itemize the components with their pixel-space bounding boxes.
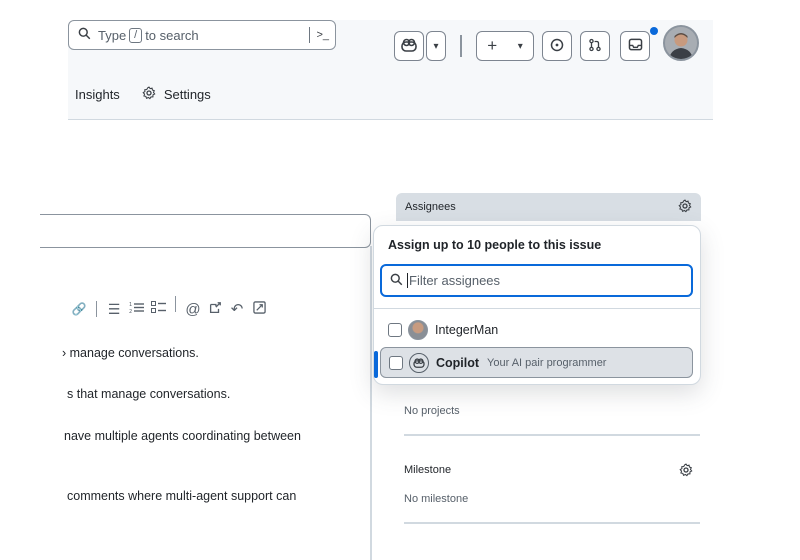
task-list-icon[interactable] <box>147 301 169 317</box>
toolbar-divider <box>175 296 176 312</box>
milestone-value: No milestone <box>404 493 469 505</box>
avatar-photo-icon <box>665 27 697 59</box>
gear-icon[interactable] <box>679 463 693 482</box>
copilot-icon <box>409 352 429 373</box>
assignee-name: IntegerMan <box>435 322 499 337</box>
repo-nav: Insights Settings <box>75 86 211 103</box>
assignee-option-integerman[interactable]: IntegerMan <box>380 314 693 345</box>
plus-icon: + <box>487 36 498 55</box>
projects-value: No projects <box>404 405 460 417</box>
assignee-checkbox[interactable] <box>389 355 403 370</box>
copilot-icon <box>401 38 417 55</box>
chevron-down-icon: ▾ <box>517 40 523 52</box>
nav-settings-label: Settings <box>163 87 211 102</box>
filter-assignees-input[interactable]: Filter assignees <box>380 264 693 297</box>
search-prefix-text: Type <box>98 27 127 43</box>
assignees-label: Assignees <box>405 201 456 213</box>
editor-border <box>370 246 372 560</box>
create-new-button[interactable]: + ▾ <box>476 31 534 61</box>
pull-request-icon <box>588 38 602 55</box>
top-header: Type / to search >_ ▾ + ▾ Insights Setti… <box>68 20 713 120</box>
popover-title: Assign up to 10 people to this issue <box>388 238 602 252</box>
cross-reference-icon[interactable] <box>204 301 226 318</box>
gear-icon[interactable] <box>678 198 692 216</box>
chevron-down-icon: ▾ <box>433 40 439 52</box>
mention-icon[interactable]: @ <box>182 301 204 318</box>
fullscreen-icon[interactable] <box>248 301 270 317</box>
inbox-icon <box>628 38 643 54</box>
toolbar-divider <box>96 301 97 317</box>
sidebar-divider <box>404 522 700 524</box>
svg-text:1: 1 <box>129 302 132 308</box>
search-shortcut-key: / <box>129 27 143 43</box>
header-divider <box>460 35 462 57</box>
bullet-list-icon[interactable]: ☰ <box>103 301 125 318</box>
active-row-indicator <box>374 351 378 378</box>
assignee-name: Copilot <box>436 355 480 370</box>
global-search-input[interactable]: Type / to search >_ <box>68 20 336 50</box>
undo-icon[interactable]: ↶ <box>226 300 248 318</box>
popover-divider <box>374 308 700 309</box>
issue-title-input[interactable] <box>40 214 371 248</box>
filter-placeholder: Filter assignees <box>409 273 501 288</box>
avatar <box>408 319 428 340</box>
assignee-option-copilot[interactable]: Copilot Your AI pair programmer <box>380 347 693 378</box>
search-suffix-text: to search <box>145 27 199 43</box>
body-text-line: › manage conversations. <box>62 346 199 360</box>
nav-settings[interactable]: Settings <box>142 86 211 103</box>
sidebar-divider <box>404 434 700 436</box>
issue-opened-icon <box>550 38 564 55</box>
assignee-description: Your AI pair programmer <box>487 356 607 369</box>
user-avatar[interactable] <box>663 25 699 61</box>
search-icon <box>390 273 403 289</box>
body-text-line: s that manage conversations. <box>67 387 231 401</box>
numbered-list-icon[interactable]: 12 <box>125 301 147 317</box>
markdown-toolbar: 🔗 ☰ 12 @ ↶ <box>68 295 368 323</box>
issues-button[interactable] <box>542 31 572 61</box>
assignees-section-header[interactable]: Assignees <box>396 193 701 221</box>
command-palette-icon[interactable]: >_ <box>310 29 335 41</box>
nav-insights[interactable]: Insights <box>75 87 120 102</box>
link-icon[interactable]: 🔗 <box>68 302 90 316</box>
assignee-checkbox[interactable] <box>388 322 402 337</box>
body-text-line: nave multiple agents coordinating betwee… <box>64 429 301 443</box>
copilot-button[interactable] <box>394 31 424 61</box>
copilot-menu-button[interactable]: ▾ <box>426 31 446 61</box>
gear-icon <box>142 86 156 103</box>
pull-requests-button[interactable] <box>580 31 610 61</box>
assign-popover: Assign up to 10 people to this issue Fil… <box>373 225 701 385</box>
svg-text:2: 2 <box>129 309 132 314</box>
notification-dot <box>650 27 658 35</box>
milestone-label[interactable]: Milestone <box>404 464 451 476</box>
text-caret <box>407 273 408 288</box>
body-text-line: comments where multi-agent support can <box>67 489 297 503</box>
search-icon <box>78 27 91 43</box>
inbox-button[interactable] <box>620 31 650 61</box>
